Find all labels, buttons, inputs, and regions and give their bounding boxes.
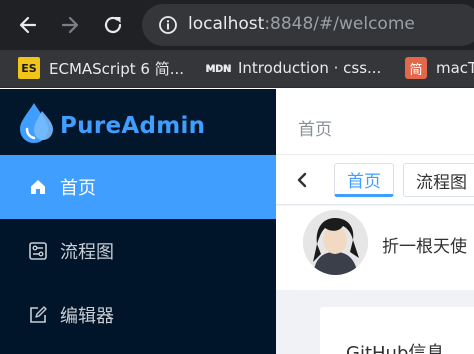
- bookmark-label: ECMAScript 6 简...: [49, 59, 185, 78]
- main-content: 首页 首页 流程图 折一根天使 GitHub信息: [276, 89, 474, 354]
- flowchart-icon: [28, 241, 48, 261]
- url-text: localhost:8848/#/welcome: [188, 14, 415, 34]
- back-button[interactable]: [11, 8, 45, 42]
- github-info-card: GitHub信息: [320, 307, 474, 354]
- card-title: GitHub信息: [346, 343, 445, 354]
- breadcrumb[interactable]: 首页: [298, 115, 332, 140]
- bookmark-introduction[interactable]: ᴍᴅɴ Introduction · css...: [205, 56, 382, 80]
- bookmark-ecmascript[interactable]: ES ECMAScript 6 简...: [18, 56, 184, 80]
- sidebar-item-home[interactable]: 首页: [0, 155, 276, 219]
- user-name: 折一根天使: [382, 237, 467, 257]
- logo[interactable]: PureAdmin: [0, 89, 276, 155]
- mdn-icon: ᴍᴅɴ: [205, 60, 232, 76]
- logo-text: PureAdmin: [60, 113, 206, 139]
- es-icon: ES: [18, 57, 40, 79]
- chevron-left-icon: [297, 172, 307, 188]
- reload-button[interactable]: [96, 8, 130, 42]
- home-icon: [28, 177, 48, 197]
- jian-icon: 简: [405, 57, 427, 79]
- user-card: 折一根天使: [276, 206, 474, 290]
- sidebar-item-label: 首页: [60, 178, 96, 199]
- bookmark-mac[interactable]: 简 macT: [405, 56, 474, 80]
- sidebar: PureAdmin 首页 流程图 编辑器: [0, 89, 276, 354]
- tabs-bar: 首页 流程图: [276, 155, 474, 205]
- avatar: [303, 210, 368, 275]
- address-bar[interactable]: localhost:8848/#/welcome: [142, 4, 474, 46]
- url-host: localhost: [188, 14, 265, 34]
- header: 首页: [276, 89, 474, 155]
- sidebar-item-label: 流程图: [60, 242, 114, 263]
- bookmark-label: Introduction · css...: [238, 59, 382, 77]
- tab-label: 首页: [347, 171, 381, 192]
- reload-icon: [104, 16, 122, 34]
- info-icon: [159, 16, 177, 34]
- forward-button[interactable]: [53, 8, 87, 42]
- bookmark-label: macT: [436, 59, 474, 77]
- sidebar-item-label: 编辑器: [60, 306, 114, 327]
- droplet-logo-icon: [20, 103, 53, 143]
- tab-label: 流程图: [416, 172, 467, 193]
- arrow-left-icon: [19, 16, 37, 34]
- browser-toolbar: localhost:8848/#/welcome: [0, 0, 474, 50]
- sidebar-item-editor[interactable]: 编辑器: [0, 283, 276, 347]
- bookmarks-bar: ES ECMAScript 6 简... ᴍᴅɴ Introduction · …: [0, 50, 474, 88]
- tab-flowchart[interactable]: 流程图: [403, 163, 474, 197]
- url-path: :8848/#/welcome: [264, 14, 415, 34]
- arrow-right-icon: [61, 16, 79, 34]
- edit-icon: [28, 305, 48, 325]
- tabs-scroll-left-button[interactable]: [292, 169, 312, 191]
- tab-home[interactable]: 首页: [334, 163, 394, 197]
- sidebar-item-flowchart[interactable]: 流程图: [0, 219, 276, 283]
